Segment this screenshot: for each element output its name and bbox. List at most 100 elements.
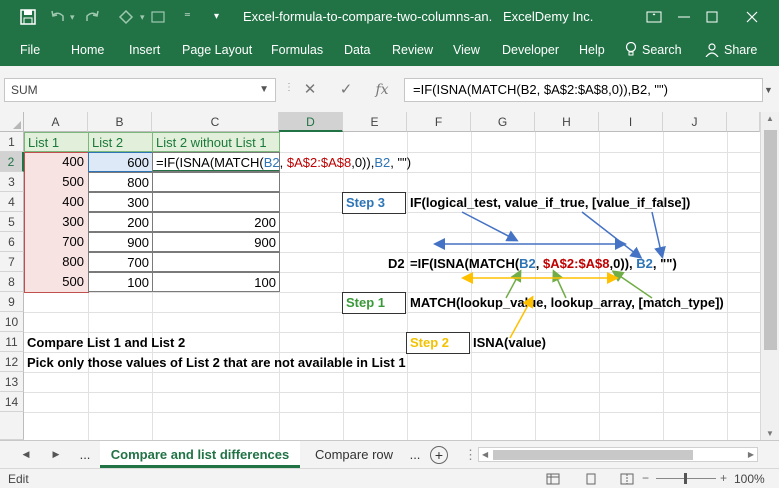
tab-view[interactable]: View <box>453 34 480 66</box>
cell-c4[interactable] <box>152 192 280 212</box>
row-header[interactable]: 13 <box>0 372 24 392</box>
tab-scroll-left-icon[interactable]: ◀ <box>18 441 34 468</box>
cell-c6[interactable]: 900 <box>152 232 280 252</box>
tab-home[interactable]: Home <box>71 34 104 66</box>
touch-dropdown-icon[interactable]: ▾ <box>140 0 145 34</box>
group-icon[interactable] <box>150 9 166 25</box>
cell-b3[interactable]: 800 <box>88 172 153 192</box>
cell-c2-editing[interactable]: =IF(ISNA(MATCH(B2, $A$2:$A$8,0)),B2, "") <box>152 152 411 172</box>
column-header-e[interactable]: E <box>343 112 407 132</box>
row-header[interactable] <box>0 412 24 440</box>
enter-button[interactable]: ✓ <box>334 78 358 102</box>
column-header-g[interactable]: G <box>471 112 535 132</box>
worksheet-grid[interactable]: A B C D E F G H I J 1 2 3 4 5 6 7 8 9 10… <box>0 112 779 440</box>
ribbon-display-icon[interactable] <box>646 9 662 25</box>
column-header-f[interactable]: F <box>407 112 471 132</box>
redo-icon[interactable] <box>84 9 100 25</box>
cell-b2[interactable]: 600 <box>88 152 153 172</box>
horizontal-scrollbar[interactable]: ◀ ▶ <box>478 447 758 462</box>
row-header[interactable]: 9 <box>0 292 24 312</box>
cell-b7[interactable]: 700 <box>88 252 153 272</box>
cell-c1[interactable]: List 2 without List 1 <box>152 132 280 152</box>
tab-data[interactable]: Data <box>344 34 370 66</box>
row-header[interactable]: 10 <box>0 312 24 332</box>
more-sheets-left[interactable]: ... <box>74 441 96 468</box>
column-header-b[interactable]: B <box>88 112 152 132</box>
touch-mode-icon[interactable] <box>118 9 134 25</box>
row-header[interactable]: 12 <box>0 352 24 372</box>
row-header[interactable]: 5 <box>0 212 24 232</box>
tab-split-grip-icon[interactable]: ⋮ <box>464 441 477 468</box>
zoom-out-button[interactable]: − <box>642 471 649 485</box>
cell-b8[interactable]: 100 <box>88 272 153 292</box>
tab-review[interactable]: Review <box>392 34 433 66</box>
row-header[interactable]: 8 <box>0 272 24 292</box>
normal-view-icon[interactable] <box>546 473 560 485</box>
column-header-d[interactable]: D <box>279 112 343 132</box>
scroll-left-icon[interactable]: ◀ <box>482 448 488 462</box>
column-header-c[interactable]: C <box>152 112 279 132</box>
sheet-tab-compare-and-list-differences[interactable]: Compare and list differences <box>100 441 300 468</box>
page-layout-view-icon[interactable] <box>584 473 598 485</box>
tab-scroll-right-icon[interactable]: ▶ <box>48 441 64 468</box>
column-header-i[interactable]: I <box>599 112 663 132</box>
zoom-slider-thumb[interactable] <box>684 473 687 484</box>
cell-a6[interactable]: 700 <box>24 232 88 252</box>
sheet-tab-compare-row[interactable]: Compare row <box>306 441 402 468</box>
tab-insert[interactable]: Insert <box>129 34 160 66</box>
column-header-a[interactable]: A <box>24 112 88 132</box>
row-header[interactable]: 4 <box>0 192 24 212</box>
cell-a4[interactable]: 400 <box>24 192 88 212</box>
name-box[interactable]: SUM ▼ <box>4 78 276 102</box>
cell-c3[interactable] <box>152 172 280 192</box>
scroll-thumb[interactable] <box>764 130 777 350</box>
hscroll-thumb[interactable] <box>493 450 693 460</box>
cell-a1[interactable]: List 1 <box>24 132 89 152</box>
undo-dropdown-icon[interactable]: ▾ <box>70 0 75 34</box>
cell-a3[interactable]: 500 <box>24 172 88 192</box>
cell-c8[interactable]: 100 <box>152 272 280 292</box>
tab-developer[interactable]: Developer <box>502 34 559 66</box>
scroll-up-icon[interactable]: ▲ <box>766 114 774 123</box>
expand-formula-icon[interactable]: ▼ <box>764 78 776 102</box>
column-header-j[interactable]: J <box>663 112 727 132</box>
cell-b4[interactable]: 300 <box>88 192 153 212</box>
page-break-view-icon[interactable] <box>620 473 634 485</box>
chevron-down-icon[interactable]: ▼ <box>259 79 269 101</box>
maximize-icon[interactable] <box>704 9 720 25</box>
share-button[interactable]: Share <box>724 34 757 66</box>
tell-me-search[interactable]: Search <box>642 34 682 66</box>
column-header-h[interactable]: H <box>535 112 599 132</box>
cancel-button[interactable]: ✕ <box>298 78 322 102</box>
qat-dropdown-icon[interactable]: ▾ <box>214 0 219 34</box>
tab-help[interactable]: Help <box>579 34 605 66</box>
row-header[interactable]: 3 <box>0 172 24 192</box>
undo-icon[interactable] <box>50 9 66 25</box>
cell-a2[interactable]: 400 <box>24 152 88 172</box>
tab-page-layout[interactable]: Page Layout <box>182 34 252 66</box>
row-header[interactable]: 1 <box>0 132 24 152</box>
cell-a8[interactable]: 500 <box>24 272 88 292</box>
formula-input[interactable]: =IF(ISNA(MATCH(B2, $A$2:$A$8,0)),B2, "") <box>404 78 763 102</box>
cell-c7[interactable] <box>152 252 280 272</box>
scroll-right-icon[interactable]: ▶ <box>748 448 754 462</box>
row-header[interactable]: 2 <box>0 152 24 172</box>
tab-file[interactable]: File <box>20 34 40 66</box>
save-icon[interactable] <box>20 9 36 25</box>
row-header[interactable]: 14 <box>0 392 24 412</box>
add-sheet-button[interactable]: + <box>430 446 448 464</box>
cell-b6[interactable]: 900 <box>88 232 153 252</box>
account-name[interactable]: ExcelDemy Inc. <box>503 0 593 34</box>
row-header[interactable]: 7 <box>0 252 24 272</box>
column-header-k[interactable] <box>727 112 760 132</box>
cell-c5[interactable]: 200 <box>152 212 280 232</box>
cell-a7[interactable]: 800 <box>24 252 88 272</box>
scroll-down-icon[interactable]: ▼ <box>766 429 774 438</box>
insert-function-button[interactable]: fx <box>370 78 394 102</box>
tab-formulas[interactable]: Formulas <box>271 34 323 66</box>
vertical-scrollbar[interactable]: ▲ ▼ <box>760 112 779 440</box>
row-header[interactable]: 6 <box>0 232 24 252</box>
select-all-button[interactable] <box>0 112 24 132</box>
close-icon[interactable] <box>744 9 760 25</box>
cell-a5[interactable]: 300 <box>24 212 88 232</box>
